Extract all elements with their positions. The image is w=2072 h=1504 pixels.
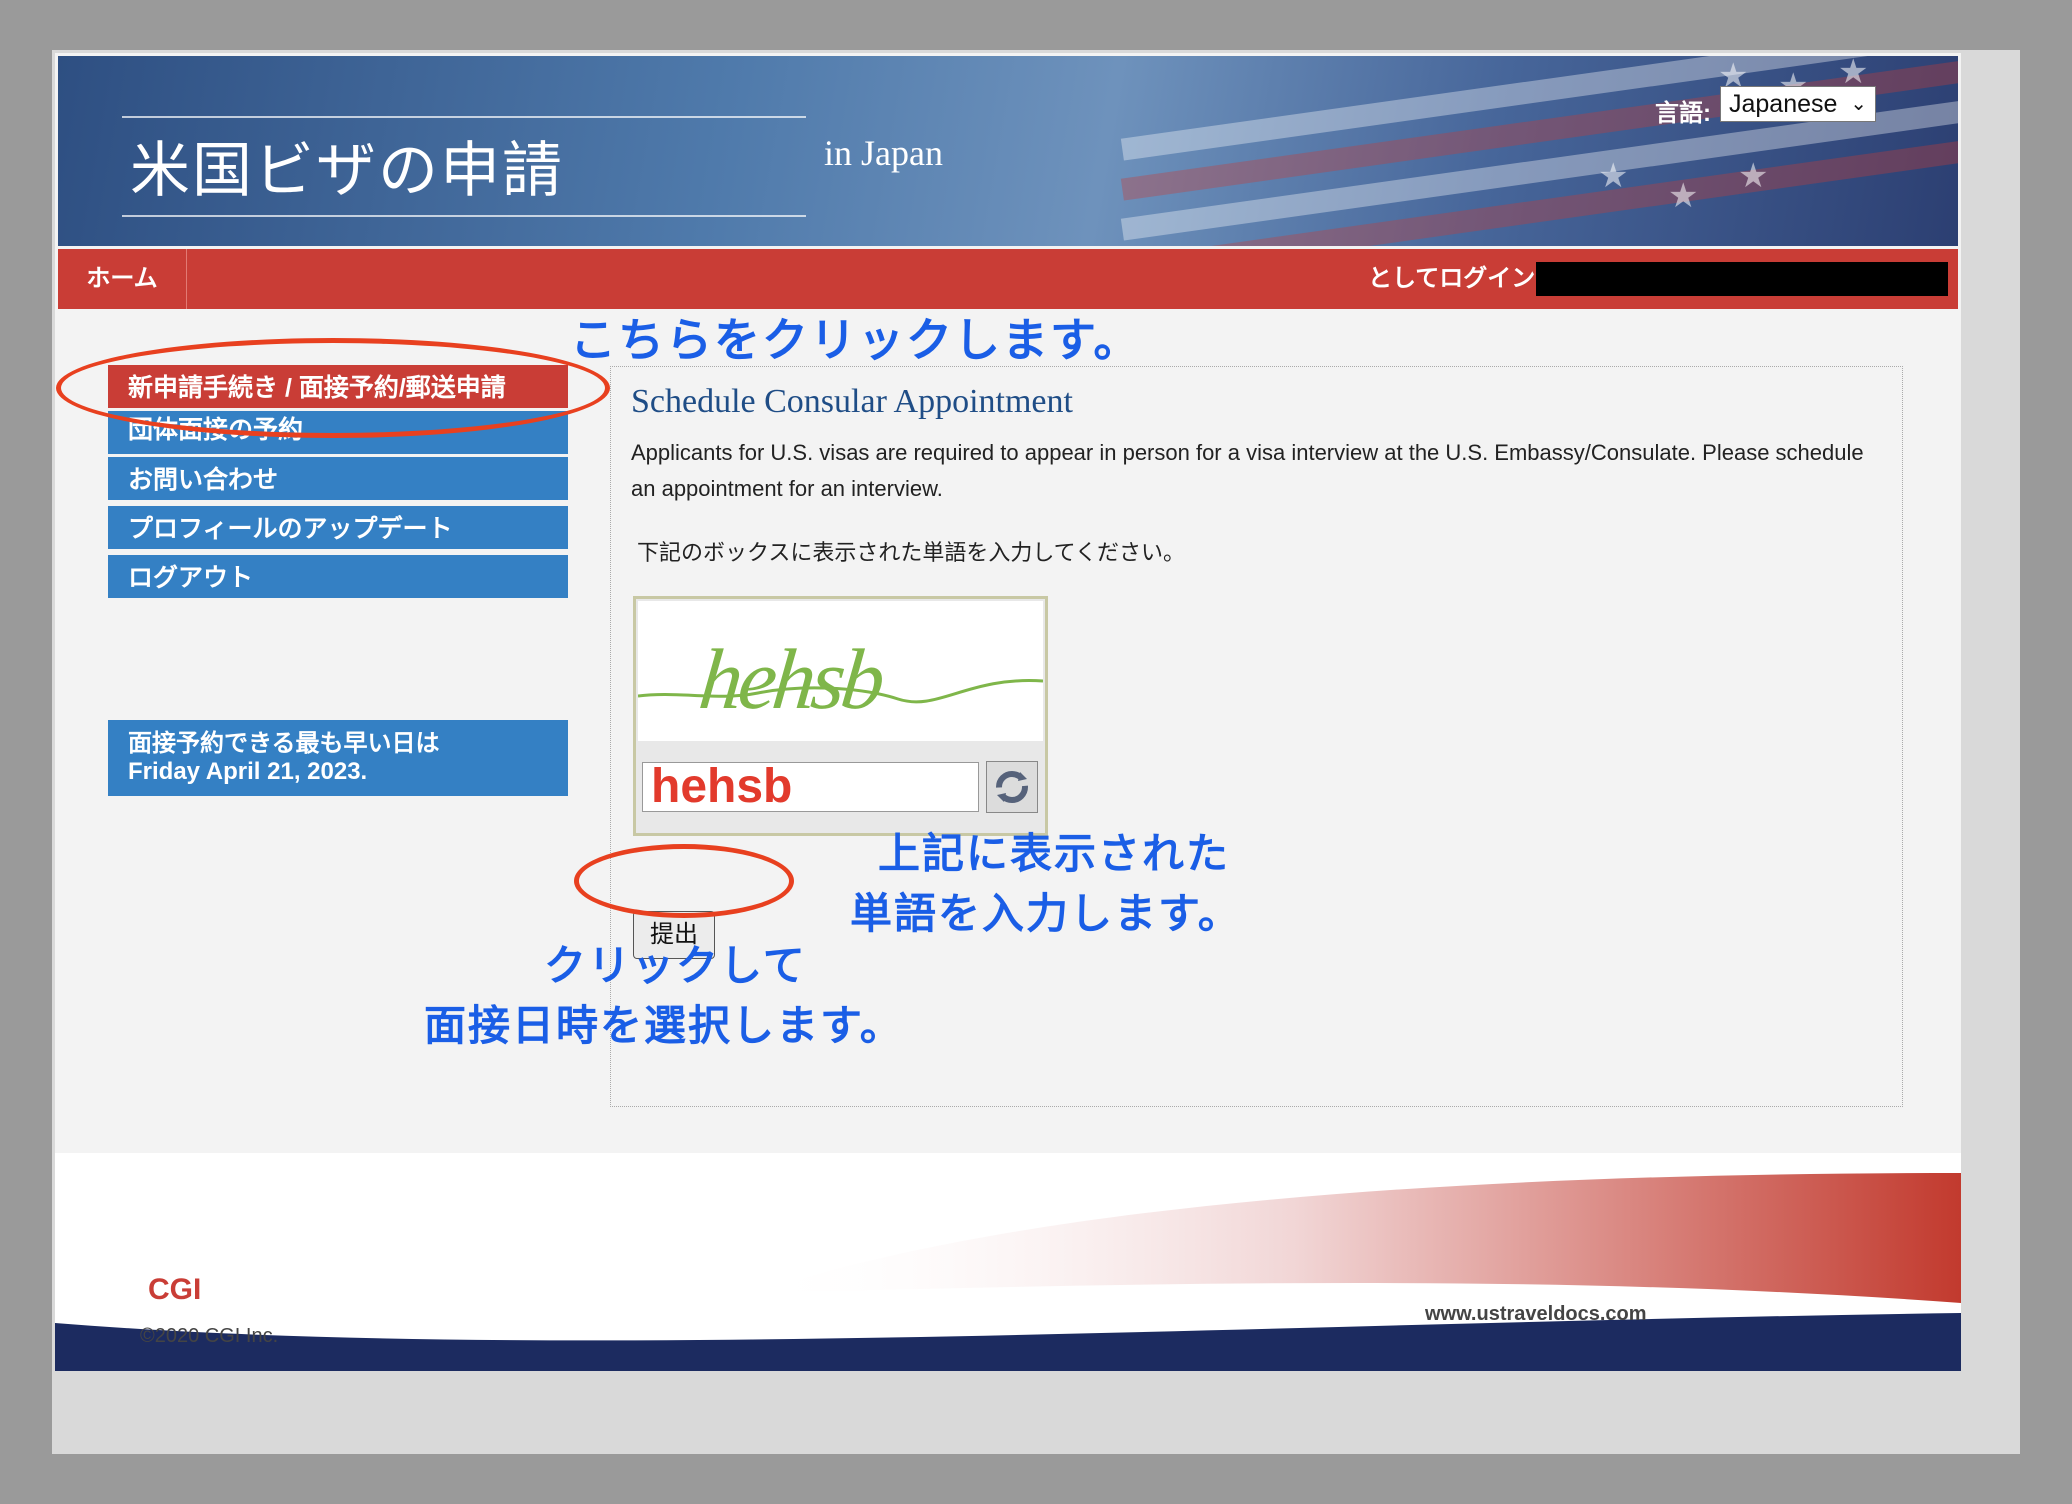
sidebar-item-logout[interactable]: ログアウト (108, 555, 568, 601)
sidebar-item-contact[interactable]: お問い合わせ (108, 457, 568, 503)
language-label: 言語: (1655, 100, 1711, 127)
site-country: in Japan (824, 133, 943, 173)
earliest-appointment-box: 面接予約できる最も早い日は Friday April 21, 2023. (108, 720, 568, 796)
page: ★ ★ ★ ★ ★ ★ 米国ビザの申請 in Japan 言語: Japanes… (55, 53, 1961, 1371)
captcha-instruction: 下記のボックスに表示された単語を入力してください。 (637, 540, 1186, 565)
page-description: Applicants for U.S. visas are required t… (631, 440, 1864, 501)
page-title: Schedule Consular Appointment (631, 383, 1073, 420)
footer-wave (55, 1173, 1961, 1371)
annotation-oval-menu (56, 338, 610, 438)
chevron-down-icon: ⌄ (1850, 93, 1867, 115)
top-nav-bar: ホーム としてログイン (58, 249, 1958, 309)
annotation-click-here: こちらをクリックします。 (570, 313, 1142, 367)
language-value: Japanese (1729, 90, 1838, 118)
nav-home-link[interactable]: ホーム (58, 249, 187, 309)
captcha-input[interactable]: hehsb (642, 762, 979, 812)
cgi-logo: CGI (148, 1273, 202, 1306)
captcha-image: hehsb (638, 601, 1043, 741)
star-icon: ★ (1668, 176, 1699, 216)
footer: CGI ©2020 CGI Inc. www.ustraveldocs.com (55, 1153, 1961, 1371)
annotation-click-select-line1: クリックして (544, 941, 807, 990)
redacted-username (1536, 262, 1948, 296)
site-title: 米国ビザの申請 (122, 116, 806, 217)
site-url: www.ustraveldocs.com (1425, 1303, 1647, 1325)
annotation-enter-word-line2: 単語を入力します。 (850, 889, 1242, 938)
captcha-image-text: hehsb (694, 631, 886, 727)
star-icon: ★ (1598, 156, 1629, 196)
annotation-click-select-line2: 面接日時を選択します。 (424, 1001, 904, 1050)
earliest-label: 面接予約できる最も早い日は (128, 730, 440, 757)
captcha-box: hehsb hehsb (633, 596, 1048, 836)
copyright-text: ©2020 CGI Inc. (140, 1325, 279, 1347)
star-icon: ★ (1738, 156, 1769, 196)
sidebar-item-update-profile[interactable]: プロフィールのアップデート (108, 506, 568, 552)
captcha-refresh-button[interactable] (986, 761, 1038, 813)
annotation-oval-submit (574, 844, 794, 918)
logged-in-label: としてログイン (1368, 265, 1536, 292)
header-banner: ★ ★ ★ ★ ★ ★ 米国ビザの申請 in Japan 言語: Japanes… (58, 56, 1958, 246)
refresh-icon (996, 771, 1028, 803)
flag-stripe (1120, 133, 1958, 246)
earliest-date: Friday April 21, 2023. (128, 758, 368, 785)
language-select[interactable]: Japanese ⌄ (1720, 86, 1876, 122)
annotation-enter-word-line1: 上記に表示された (878, 829, 1231, 878)
